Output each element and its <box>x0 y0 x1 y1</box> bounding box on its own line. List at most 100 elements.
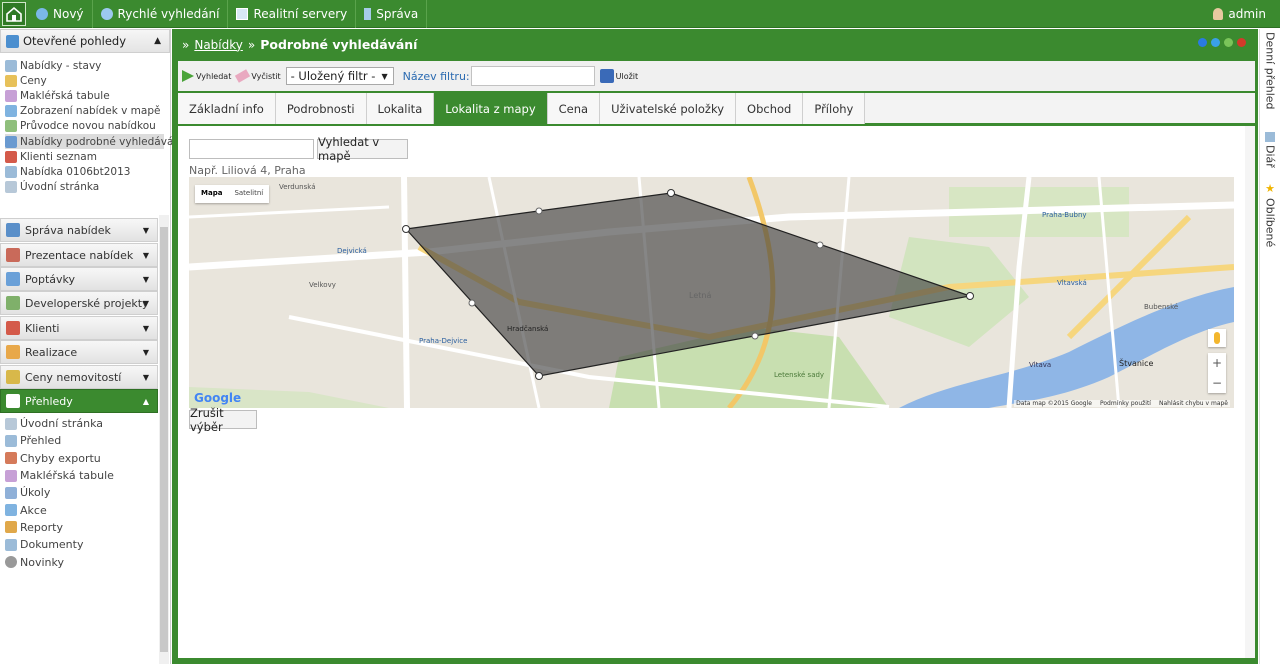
close-icon[interactable] <box>1237 38 1246 47</box>
tab-content: Vyhledat v mapě Např. Liliová 4, Praha V… <box>178 126 1255 658</box>
title-actions <box>1198 38 1246 47</box>
open-view-item[interactable]: Nabídka 0106bt2013 <box>5 164 170 179</box>
prehledy-item[interactable]: Přehled <box>5 432 114 449</box>
user-icon <box>1213 8 1224 20</box>
main-panel: » Nabídky » Podrobné vyhledávání Vyhleda… <box>172 29 1258 664</box>
nav-new[interactable]: Nový <box>28 0 93 28</box>
chevron-up-icon: ▲ <box>142 397 149 406</box>
open-view-item[interactable]: Nabídky - stavy <box>5 58 170 73</box>
prehledy-item[interactable]: Akce <box>5 501 114 518</box>
filter-name-input[interactable] <box>470 66 595 86</box>
open-view-item-selected[interactable]: Nabídky podrobné vyhledávání <box>5 133 183 150</box>
section-realizace[interactable]: Realizace ▼ <box>0 340 158 364</box>
board-icon <box>5 89 17 102</box>
board-icon <box>5 469 17 482</box>
zoom-out-icon[interactable]: − <box>1212 376 1222 390</box>
cancel-selection-button[interactable]: Zrušit výběr <box>189 406 257 434</box>
clear-button[interactable]: Vyčistit <box>235 69 281 83</box>
overview-icon <box>6 394 20 408</box>
prehledy-item[interactable]: Reporty <box>5 519 114 536</box>
google-logo: Google <box>194 391 242 405</box>
prehledy-item[interactable]: Novinky <box>5 553 114 570</box>
tab-lokalita[interactable]: Lokalita <box>366 93 435 124</box>
nav-real-estate-servers[interactable]: Realitní servery <box>228 0 357 28</box>
tab-lokalita-z-mapy[interactable]: Lokalita z mapy <box>434 93 548 124</box>
section-sprava-nabidek[interactable]: Správa nabídek ▼ <box>0 218 158 242</box>
nav-administration[interactable]: Správa <box>356 0 428 28</box>
restore-icon[interactable] <box>1224 38 1233 47</box>
export-errors-icon <box>5 452 17 465</box>
tab-uzivatelske-polozky[interactable]: Uživatelské položky <box>600 93 737 124</box>
open-view-item[interactable]: Průvodce novou nabídkou <box>5 119 170 134</box>
prehledy-item[interactable]: Dokumenty <box>5 536 114 553</box>
reports-icon <box>5 521 17 534</box>
open-views-header[interactable]: Otevřené pohledy ▲ <box>0 29 170 53</box>
section-prezentace-nabidek[interactable]: Prezentace nabídek ▼ <box>0 243 158 267</box>
content-scrollbar[interactable] <box>1245 126 1255 658</box>
map-type-control: Mapa Satelitní <box>195 185 270 203</box>
offers-icon <box>6 223 20 237</box>
breadcrumb-link[interactable]: Nabídky <box>194 38 243 52</box>
home-page-icon <box>5 181 17 194</box>
map-address-input[interactable] <box>189 139 314 159</box>
prehledy-item[interactable]: Úvodní stránka <box>5 415 114 432</box>
news-icon <box>5 556 17 569</box>
sidebar-scrollbar[interactable] <box>159 215 169 664</box>
map-type-satellite[interactable]: Satelitní <box>228 185 269 203</box>
search-button[interactable]: Vyhledat <box>182 70 231 82</box>
zoom-in-icon[interactable]: + <box>1212 356 1222 370</box>
map-label: Vltavská <box>1057 279 1087 287</box>
map-footer: Data map ©2015 Google Podmínky použití N… <box>1014 400 1230 407</box>
map-label: Hradčanská <box>507 325 548 333</box>
right-side-tabs: Denní přehled Diář ★ Oblíbené <box>1259 29 1280 664</box>
open-view-item[interactable]: Zobrazení nabídek v mapě <box>5 104 170 119</box>
open-view-item[interactable]: Makléřská tabule <box>5 88 170 103</box>
map-label: Verdunská <box>279 183 316 191</box>
chevron-down-icon: ▼ <box>142 226 149 235</box>
tab-podrobnosti[interactable]: Podrobnosti <box>275 93 367 124</box>
open-view-item[interactable]: Úvodní stránka <box>5 180 170 195</box>
map-icon <box>5 105 17 118</box>
scrollbar-thumb[interactable] <box>160 227 168 652</box>
saved-filter-select[interactable]: - Uložený filtr - ▼ <box>285 67 394 85</box>
map-view[interactable]: Verdunská Praha-Bubny Dejvická Velkovy L… <box>189 177 1234 408</box>
section-klienti[interactable]: Klienti ▼ <box>0 316 158 340</box>
wizard-icon <box>5 120 17 133</box>
search-list-icon <box>5 135 17 148</box>
home-icon[interactable] <box>2 1 26 26</box>
pegman-icon[interactable] <box>1208 329 1226 347</box>
prehledy-item[interactable]: Chyby exportu <box>5 450 114 467</box>
tab-diar[interactable]: Diář <box>1260 129 1280 169</box>
section-developerske-projekty[interactable]: Developerské projekty ▼ <box>0 291 158 315</box>
tab-oblibene[interactable]: ★ Oblíbené <box>1260 179 1280 249</box>
tab-cena[interactable]: Cena <box>547 93 601 124</box>
help-icon[interactable] <box>1198 38 1207 47</box>
nav-quick-search[interactable]: Rychlé vyhledání <box>93 0 229 28</box>
tab-zakladni-info[interactable]: Základní info <box>178 93 276 124</box>
prehledy-item[interactable]: Úkoly <box>5 484 114 501</box>
tab-denni-prehled[interactable]: Denní přehled <box>1260 29 1280 129</box>
zoom-control: + − <box>1208 353 1226 393</box>
section-prehledy[interactable]: Přehledy ▲ <box>0 389 158 413</box>
map-canvas[interactable]: Verdunská Praha-Bubny Dejvická Velkovy L… <box>189 177 1234 408</box>
floppy-icon <box>599 69 614 83</box>
left-sidebar: Otevřené pohledy ▲ Nabídky - stavy Ceny … <box>0 29 183 664</box>
map-label: Letenské sady <box>774 371 824 379</box>
collapse-icon[interactable]: ▲ <box>154 36 161 46</box>
search-map-button[interactable]: Vyhledat v mapě <box>317 135 408 163</box>
section-ceny-nemovitosti[interactable]: Ceny nemovitostí ▼ <box>0 365 158 389</box>
section-poptavky[interactable]: Poptávky ▼ <box>0 267 158 291</box>
open-view-item[interactable]: Klienti seznam <box>5 149 170 164</box>
open-view-item[interactable]: Ceny <box>5 73 170 88</box>
save-button[interactable]: Uložit <box>599 69 638 83</box>
tab-prilohy[interactable]: Přílohy <box>803 93 866 124</box>
refresh-icon[interactable] <box>1211 38 1220 47</box>
user-menu[interactable]: admin <box>1213 7 1266 21</box>
eraser-icon <box>235 69 251 83</box>
prehledy-item[interactable]: Makléřská tabule <box>5 467 114 484</box>
tab-obchod[interactable]: Obchod <box>736 93 804 124</box>
server-icon <box>236 7 249 20</box>
map-type-map[interactable]: Mapa <box>195 185 228 203</box>
map-label: Praha-Dejvice <box>419 337 467 345</box>
chevron-down-icon: ▼ <box>142 275 149 284</box>
